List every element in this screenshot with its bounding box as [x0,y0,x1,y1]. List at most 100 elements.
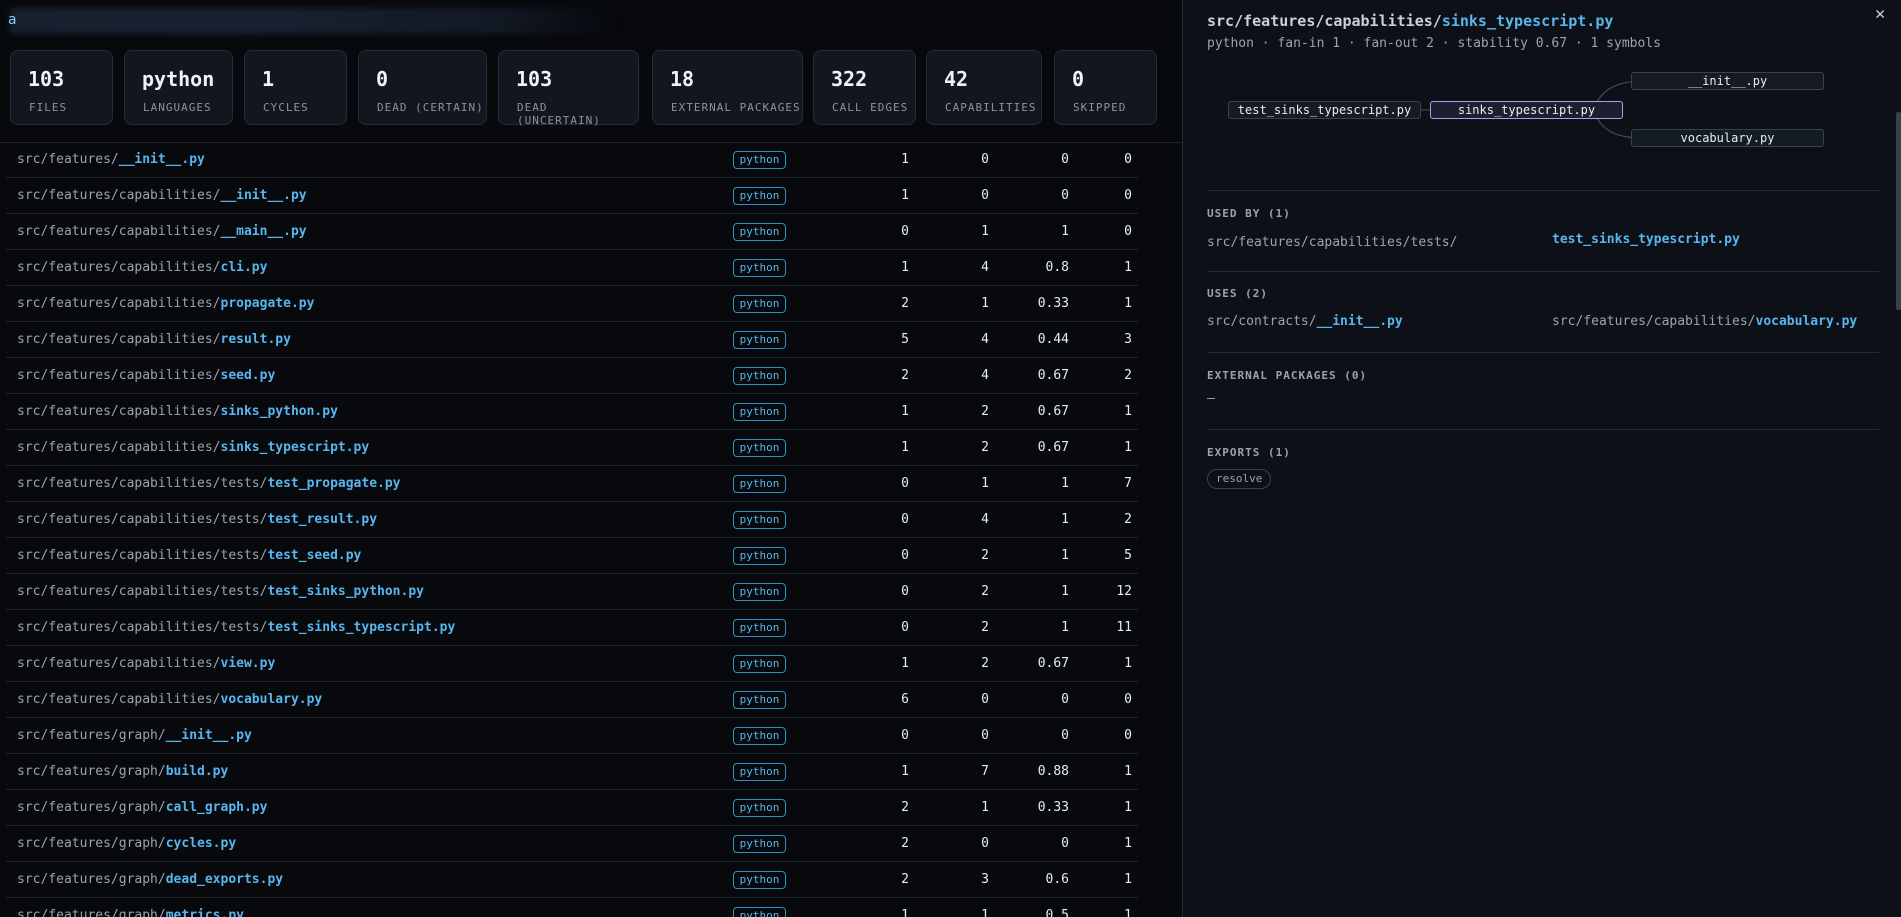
table-row[interactable]: src/features/capabilities/tests/test_pro… [6,466,1138,502]
stat-value: 0 [376,67,389,91]
table-row[interactable]: src/features/capabilities/seed.py python 2… [6,358,1138,394]
detail-panel: ✕ src/features/capabilities/sinks_typesc… [1182,0,1901,917]
file-name-link[interactable]: dead_exports.py [166,872,283,887]
file-path[interactable]: src/features/graph/dead_exports.py [17,872,283,887]
table-row[interactable]: src/features/capabilities/tests/test_sin… [6,610,1138,646]
file-path[interactable]: src/features/capabilities/view.py [17,656,275,671]
file-dir: src/features/capabilities/tests/ [17,584,268,599]
file-name-link[interactable]: sinks_typescript.py [221,440,370,455]
close-icon[interactable]: ✕ [1875,4,1885,24]
search-bar[interactable]: a [0,0,1182,44]
file-path[interactable]: src/features/capabilities/__init__.py [17,188,307,203]
search-input[interactable] [10,8,615,34]
file-path[interactable]: src/features/capabilities/cli.py [17,260,267,275]
file-name-link[interactable]: call_graph.py [166,800,268,815]
table-row[interactable]: src/features/graph/metrics.py python 1 1 0.5… [6,898,1138,917]
graph-node-init[interactable]: __init__.py [1631,72,1824,90]
table-row[interactable]: src/features/graph/__init__.py python 0 0 0 0 [6,718,1138,754]
file-path[interactable]: src/features/graph/__init__.py [17,728,252,743]
table-row[interactable]: src/features/graph/dead_exports.py python… [6,862,1138,898]
file-name-link[interactable]: __init__.py [166,728,252,743]
table-row[interactable]: src/features/capabilities/propagate.py py… [6,286,1138,322]
file-path[interactable]: src/features/capabilities/seed.py [17,368,275,383]
fan-out-value: 3 [981,872,989,887]
file-name-link[interactable]: build.py [166,764,229,779]
file-name-link[interactable]: test_sinks_python.py [267,584,424,599]
table-row[interactable]: src/features/capabilities/tests/test_see… [6,538,1138,574]
table-row[interactable]: src/features/__init__.py python 1 0 0 0 [6,142,1138,178]
table-row[interactable]: src/features/capabilities/result.py pytho… [6,322,1138,358]
export-chip[interactable]: resolve [1207,469,1272,489]
file-name-link[interactable]: view.py [221,656,276,671]
fan-out-value: 0 [981,728,989,743]
stat-value: 0 [1072,67,1085,91]
file-name-link[interactable]: cycles.py [166,836,236,851]
file-name-link[interactable]: test_result.py [267,512,377,527]
file-path[interactable]: src/features/capabilities/tests/test_sin… [17,584,424,599]
file-path[interactable]: src/features/graph/cycles.py [17,836,236,851]
file-name-link[interactable]: propagate.py [221,296,315,311]
fan-in-value: 2 [901,836,909,851]
file-name-link[interactable]: seed.py [221,368,276,383]
file-path[interactable]: src/features/capabilities/tests/test_res… [17,512,377,527]
fan-out-value: 0 [981,836,989,851]
stat-value: 322 [831,67,868,91]
file-dir: src/features/graph/ [17,836,166,851]
used-by-item[interactable]: test_sinks_typescript.py [1552,232,1740,247]
file-name-link[interactable]: __init__.py [221,188,307,203]
fan-out-value: 0 [981,152,989,167]
graph-node-vocabulary[interactable]: vocabulary.py [1631,129,1824,147]
file-path[interactable]: src/features/capabilities/sinks_typescri… [17,440,369,455]
file-path[interactable]: src/features/capabilities/tests/test_pro… [17,476,401,491]
file-path[interactable]: src/features/capabilities/vocabulary.py [17,692,322,707]
fan-out-value: 2 [981,656,989,671]
fan-out-value: 4 [981,368,989,383]
file-name-link[interactable]: metrics.py [166,908,244,917]
file-name-link[interactable]: cli.py [221,260,268,275]
fan-in-value: 1 [901,260,909,275]
fan-out-value: 1 [981,908,989,917]
fan-in-value: 2 [901,296,909,311]
uses-item-contracts-init[interactable]: src/contracts/__init__.py [1207,314,1403,329]
file-path[interactable]: src/features/graph/call_graph.py [17,800,267,815]
panel-scrollbar-thumb[interactable] [1896,112,1901,310]
file-path[interactable]: src/features/capabilities/tests/test_see… [17,548,361,563]
file-path[interactable]: src/features/capabilities/sinks_python.p… [17,404,338,419]
file-name-link[interactable]: result.py [221,332,291,347]
file-path[interactable]: src/features/graph/build.py [17,764,228,779]
table-row[interactable]: src/features/graph/build.py python 1 7 0.88 1 [6,754,1138,790]
file-name-link[interactable]: test_sinks_typescript.py [267,620,455,635]
uses-file-link[interactable]: vocabulary.py [1756,314,1858,329]
file-path[interactable]: src/features/capabilities/propagate.py [17,296,314,311]
symbols-value: 1 [1124,440,1132,455]
file-name-link[interactable]: __init__.py [119,152,205,167]
uses-dir: src/contracts/ [1207,314,1317,329]
file-path[interactable]: src/features/capabilities/__main__.py [17,224,307,239]
table-row[interactable]: src/features/capabilities/view.py python 1… [6,646,1138,682]
table-row[interactable]: src/features/graph/cycles.py python 2 0 0 1 [6,826,1138,862]
uses-item-vocabulary[interactable]: src/features/capabilities/vocabulary.py [1552,314,1857,329]
graph-node-incoming[interactable]: test_sinks_typescript.py [1228,101,1421,119]
file-name-link[interactable]: test_propagate.py [267,476,400,491]
file-name-link[interactable]: test_seed.py [267,548,361,563]
table-row[interactable]: src/features/capabilities/vocabulary.py p… [6,682,1138,718]
file-path[interactable]: src/features/capabilities/result.py [17,332,291,347]
graph-node-selected[interactable]: sinks_typescript.py [1430,101,1623,119]
table-row[interactable]: src/features/capabilities/sinks_python.p… [6,394,1138,430]
table-row[interactable]: src/features/capabilities/__init__.py pyt… [6,178,1138,214]
file-name-link[interactable]: vocabulary.py [221,692,323,707]
used-by-title: USED BY (1) [1207,207,1291,220]
file-path[interactable]: src/features/capabilities/tests/test_sin… [17,620,455,635]
file-path[interactable]: src/features/__init__.py [17,152,205,167]
table-row[interactable]: src/features/capabilities/__main__.py pyt… [6,214,1138,250]
file-path[interactable]: src/features/graph/metrics.py [17,908,244,917]
file-name-link[interactable]: sinks_python.py [221,404,338,419]
table-row[interactable]: src/features/capabilities/tests/test_sin… [6,574,1138,610]
table-row[interactable]: src/features/graph/call_graph.py python 2 1… [6,790,1138,826]
table-row[interactable]: src/features/capabilities/sinks_typescri… [6,430,1138,466]
used-by-file-link[interactable]: test_sinks_typescript.py [1552,232,1740,247]
file-name-link[interactable]: __main__.py [221,224,307,239]
table-row[interactable]: src/features/capabilities/tests/test_res… [6,502,1138,538]
table-row[interactable]: src/features/capabilities/cli.py python 1 4… [6,250,1138,286]
uses-file-link[interactable]: __init__.py [1317,314,1403,329]
